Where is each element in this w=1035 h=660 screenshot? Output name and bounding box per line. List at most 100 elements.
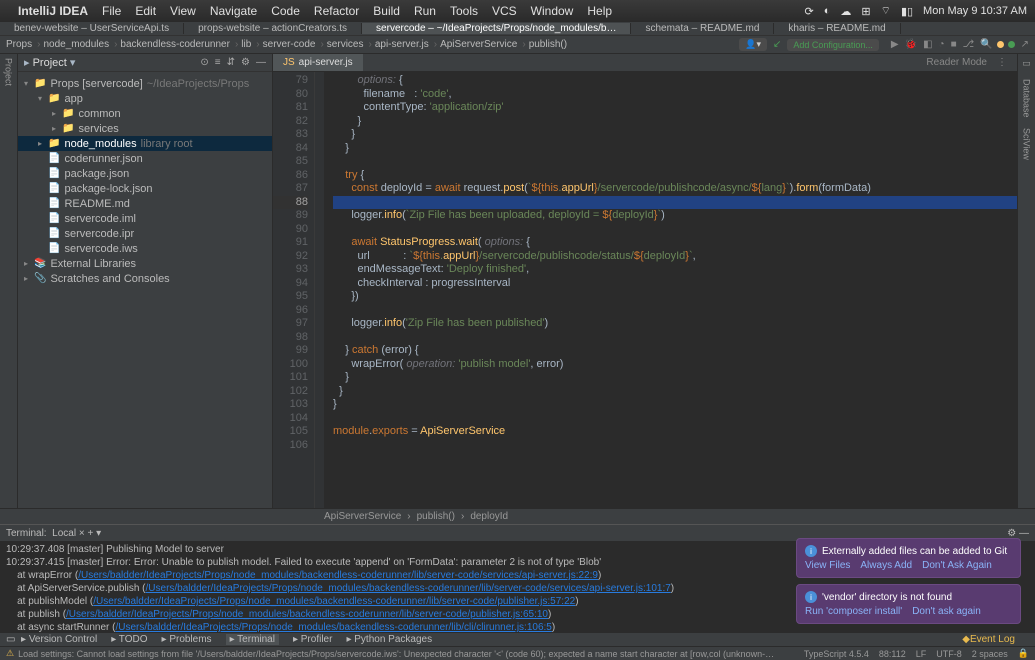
reader-mode-toggle[interactable]: Reader Mode — [926, 57, 987, 68]
sys-tray-icon[interactable]: ☁ — [840, 5, 851, 18]
sys-tray-icon[interactable]: ⊞ — [861, 5, 870, 18]
breadcrumb-segment[interactable]: Props — [6, 39, 32, 50]
menu-vcs[interactable]: VCS — [492, 4, 517, 18]
tree-row[interactable]: ▸📁node_moduleslibrary root — [18, 136, 272, 151]
tree-row[interactable]: 📄servercode.iml — [18, 211, 272, 226]
status-caret[interactable]: 88:112 — [879, 649, 906, 659]
profile-icon[interactable]: ◔ — [939, 39, 945, 50]
event-log-button[interactable]: ◆ Event Log — [962, 634, 1015, 645]
settings-icon[interactable]: ⚙ — [241, 57, 250, 68]
ide-status-icon[interactable] — [1008, 41, 1015, 48]
stop-icon[interactable]: ■ — [951, 39, 957, 50]
menu-window[interactable]: Window — [531, 4, 574, 18]
tree-row[interactable]: ▾📁Props [servercode]~/IdeaProjects/Props — [18, 76, 272, 91]
breadcrumb-segment[interactable]: api-server.js — [375, 39, 429, 50]
status-indent[interactable]: 2 spaces — [972, 649, 1008, 659]
project-tool-button[interactable]: Project — [4, 58, 14, 86]
menu-file[interactable]: File — [102, 4, 121, 18]
menu-code[interactable]: Code — [271, 4, 300, 18]
tree-row[interactable]: ▸📎Scratches and Consoles — [18, 271, 272, 286]
tree-row[interactable]: 📄package.json — [18, 166, 272, 181]
expand-all-icon[interactable]: ≡ — [215, 57, 221, 68]
window-tab[interactable]: benev-website – UserServiceApi.ts — [0, 23, 184, 34]
status-encoding[interactable]: UTF-8 — [936, 649, 962, 659]
window-tab[interactable]: kharis – README.md — [774, 23, 900, 34]
menu-build[interactable]: Build — [373, 4, 400, 18]
tree-row[interactable]: 📄servercode.ipr — [18, 226, 272, 241]
sys-tray-icon[interactable]: ⟳ — [805, 5, 814, 18]
add-configuration-button[interactable]: Add Configuration... — [787, 39, 879, 51]
menu-app[interactable]: IntelliJ IDEA — [18, 4, 88, 18]
tree-row[interactable]: 📄package-lock.json — [18, 181, 272, 196]
status-readonly-icon[interactable]: 🔒 — [1018, 648, 1029, 659]
breadcrumb-segment[interactable]: lib — [241, 39, 251, 50]
settings-icon[interactable]: ↗ — [1021, 39, 1029, 50]
menu-edit[interactable]: Edit — [135, 4, 156, 18]
fold-gutter[interactable] — [315, 72, 325, 508]
menu-navigate[interactable]: Navigate — [210, 4, 257, 18]
vcs-update-icon[interactable]: ↙ — [773, 39, 781, 50]
battery-icon[interactable]: ▮▯ — [901, 5, 913, 18]
breadcrumb-segment[interactable]: backendless-coderunner — [120, 39, 230, 50]
editor-tab[interactable]: JS api-server.js — [273, 54, 363, 71]
project-view-selector[interactable]: ▸ Project ▾ — [24, 56, 75, 69]
editor-more-icon[interactable]: ⋮ — [997, 57, 1007, 68]
tree-row[interactable]: 📄servercode.iws — [18, 241, 272, 256]
sys-tray-icon[interactable]: ◐ — [824, 5, 831, 17]
breadcrumb-segment[interactable]: ApiServerService — [440, 39, 517, 50]
window-tab[interactable]: servercode – ~/IdeaProjects/Props/node_m… — [362, 23, 631, 34]
menu-run[interactable]: Run — [414, 4, 436, 18]
terminal-settings-icon[interactable]: ⚙ — [1007, 528, 1016, 539]
tree-row[interactable]: ▸📁common — [18, 106, 272, 121]
tool-window-button[interactable]: ▸ Profiler — [293, 634, 332, 645]
notifications-icon[interactable]: ▭ — [1022, 58, 1031, 69]
tree-row[interactable]: ▸📁services — [18, 121, 272, 136]
tree-row[interactable]: 📄README.md — [18, 196, 272, 211]
menu-refactor[interactable]: Refactor — [314, 4, 359, 18]
warning-icon[interactable]: ⚠ — [6, 648, 14, 659]
terminal-dropdown-icon[interactable]: ▾ — [96, 528, 101, 539]
terminal-close-icon[interactable]: × — [79, 528, 85, 539]
tree-row[interactable]: ▸📚External Libraries — [18, 256, 272, 271]
window-tab[interactable]: props-website – actionCreators.ts — [184, 23, 362, 34]
project-tree[interactable]: ▾📁Props [servercode]~/IdeaProjects/Props… — [18, 72, 272, 508]
status-typescript[interactable]: TypeScript 4.5.4 — [804, 649, 869, 659]
terminal-hide-icon[interactable]: — — [1019, 528, 1029, 539]
collapse-all-icon[interactable]: ⇵ — [227, 57, 235, 68]
tool-window-button[interactable]: ▸ Version Control — [21, 634, 97, 645]
tool-window-button[interactable]: ▸ Terminal — [226, 634, 279, 645]
window-tab[interactable]: schemata – README.md — [631, 23, 774, 34]
debug-icon[interactable]: 🐞 — [905, 39, 917, 50]
clock[interactable]: Mon May 9 10:37 AM — [923, 5, 1027, 17]
code-area[interactable]: 7980818283848586878889909192939495969798… — [273, 72, 1017, 508]
run-icon[interactable]: ▶ — [891, 39, 899, 50]
git-branch-icon[interactable]: ⎇ — [963, 39, 975, 50]
tool-menu-icon[interactable]: ▭ — [6, 634, 15, 645]
tool-window-button[interactable]: ▸ Python Packages — [346, 634, 432, 645]
terminal-add-icon[interactable]: + — [87, 528, 93, 539]
breadcrumb-segment[interactable]: server-code — [263, 39, 316, 50]
notification-link[interactable]: Don't ask again — [912, 606, 981, 617]
tool-window-button[interactable]: ▸ TODO — [111, 634, 147, 645]
crumb[interactable]: publish() — [417, 511, 455, 522]
breadcrumb-segment[interactable]: node_modules — [43, 39, 109, 50]
status-line-sep[interactable]: LF — [916, 649, 927, 659]
notification-link[interactable]: Don't Ask Again — [922, 560, 992, 571]
terminal-tab[interactable]: Local — [52, 528, 76, 539]
notification-link[interactable]: Always Add — [860, 560, 912, 571]
notification-link[interactable]: Run 'composer install' — [805, 606, 902, 617]
wifi-icon[interactable]: ⌔ — [881, 4, 891, 18]
locate-icon[interactable]: ⊙ — [200, 57, 208, 68]
database-tool-button[interactable]: Database — [1022, 79, 1032, 118]
tool-window-button[interactable]: ▸ Problems — [162, 634, 212, 645]
breadcrumb-segment[interactable]: services — [327, 39, 364, 50]
breadcrumb-segment[interactable]: publish() — [529, 39, 567, 50]
menu-tools[interactable]: Tools — [450, 4, 478, 18]
menu-help[interactable]: Help — [587, 4, 612, 18]
menu-view[interactable]: View — [170, 4, 196, 18]
ide-updates-icon[interactable] — [997, 41, 1004, 48]
search-icon[interactable]: 🔍 — [980, 39, 992, 50]
coverage-icon[interactable]: ◧ — [923, 39, 932, 50]
source-text[interactable]: options: { filename : 'code', contentTyp… — [325, 72, 1017, 508]
crumb[interactable]: deployId — [470, 511, 508, 522]
